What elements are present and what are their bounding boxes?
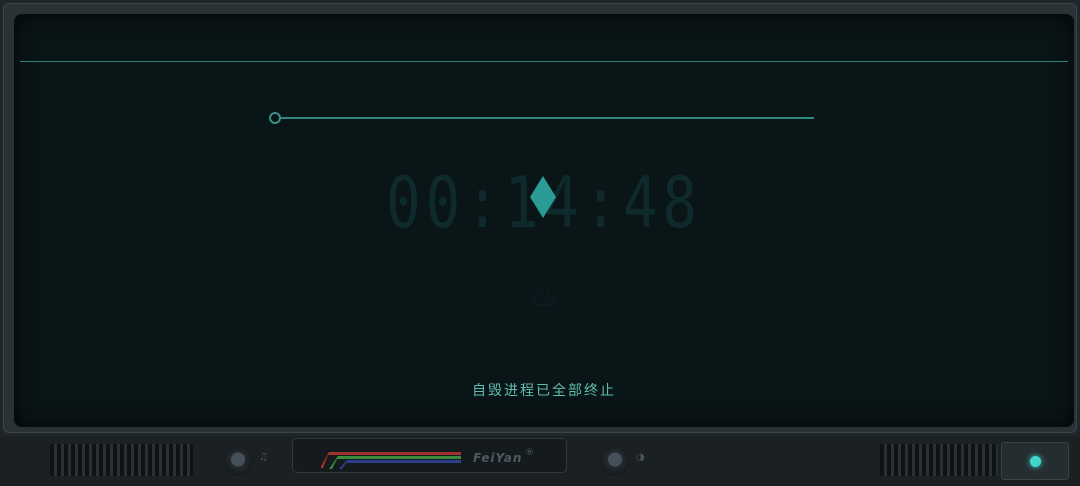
device-frame: 00:14:48 ♨ 自毁进程已全部终止 ♫ FeiYan ® ◑ xyxy=(0,0,1080,486)
progress-slider[interactable] xyxy=(269,112,814,124)
volume-knob[interactable] xyxy=(223,446,253,476)
brightness-knob[interactable] xyxy=(600,446,630,476)
status-message: 自毁进程已全部终止 xyxy=(472,383,616,399)
rainbow-stripes-icon xyxy=(321,452,461,469)
screen: 00:14:48 ♨ 自毁进程已全部终止 xyxy=(14,14,1074,427)
speaker-grille-left xyxy=(50,444,193,476)
top-divider xyxy=(20,61,1068,62)
faded-glyph: ♨ xyxy=(529,276,559,314)
registered-mark: ® xyxy=(525,448,534,458)
progress-track xyxy=(277,117,814,119)
control-panel: ♫ FeiYan ® ◑ xyxy=(0,436,1080,486)
music-note-icon: ♫ xyxy=(259,452,268,463)
power-led xyxy=(1030,456,1041,467)
progress-handle[interactable] xyxy=(269,112,281,124)
diamond-icon xyxy=(530,176,556,218)
brand-badge: FeiYan ® xyxy=(292,438,567,473)
screen-bezel: 00:14:48 ♨ 自毁进程已全部终止 xyxy=(3,3,1077,433)
brand-logo: FeiYan xyxy=(473,451,523,465)
speaker-grille-right xyxy=(880,444,998,476)
contrast-icon: ◑ xyxy=(636,452,645,463)
power-button[interactable] xyxy=(1001,442,1069,480)
